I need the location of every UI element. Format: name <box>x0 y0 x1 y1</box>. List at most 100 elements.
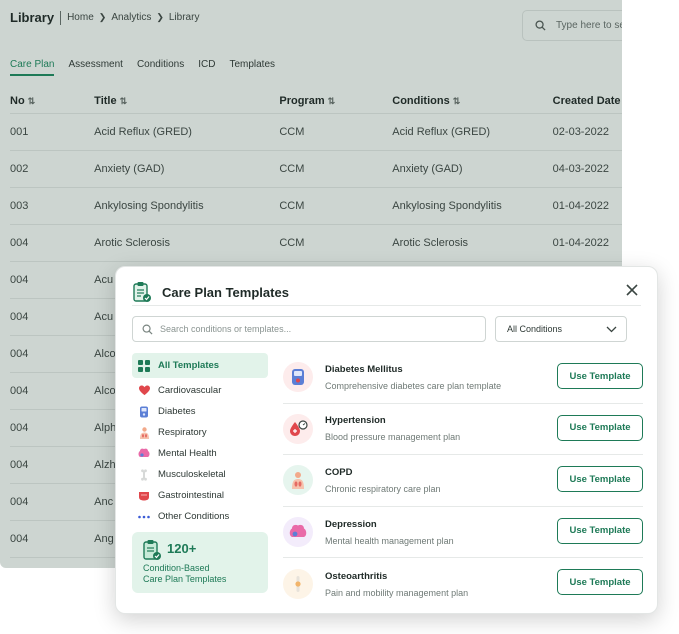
template-row-copd: COPD Chronic respiratory care plan Use T… <box>283 455 643 507</box>
template-description: Mental health management plan <box>325 535 454 546</box>
cell-no: 001 <box>10 126 29 138</box>
lungs-person-icon <box>292 472 304 490</box>
clipboard-icon <box>133 282 151 302</box>
tab-icd[interactable]: ICD <box>198 59 215 76</box>
cell-title: Ankylosing Spondylitis <box>94 200 204 212</box>
category-gastrointestinal[interactable]: Gastrointestinal <box>132 485 268 506</box>
cell-no: 004 <box>10 348 29 360</box>
cell-program: CCM <box>279 163 305 175</box>
cell-program: CCM <box>279 200 305 212</box>
category-respiratory[interactable]: Respiratory <box>132 422 268 443</box>
cell-created-date: 01-04-2022 <box>552 200 609 212</box>
table-row[interactable]: 001 Acid Reflux (GRED) CCM Acid Reflux (GRE… <box>10 114 622 151</box>
category-mental-health[interactable]: Mental Health <box>132 443 268 464</box>
cell-no: 003 <box>10 200 29 212</box>
use-template-button[interactable]: Use Template <box>557 517 643 544</box>
template-name: Osteoarthritis <box>325 570 388 582</box>
col-header-program[interactable]: Program ⇅ <box>279 95 392 107</box>
table-row[interactable]: 004 Arotic Sclerosis CCM Arotic Sclerosis 01… <box>10 225 622 262</box>
template-icon-badge <box>283 517 313 548</box>
col-header-no[interactable]: No ⇅ <box>10 95 94 107</box>
template-icon-badge <box>283 569 313 600</box>
cell-title: Anxiety (GAD) <box>94 163 165 175</box>
category-musculoskeletal[interactable]: Musculoskeletal <box>132 464 268 485</box>
category-diabetes[interactable]: Diabetes <box>132 401 268 422</box>
col-header-conditions[interactable]: Conditions ⇅ <box>392 95 552 107</box>
modal-header: Care Plan Templates <box>132 279 641 305</box>
cell-title: Arotic Sclerosis <box>94 237 170 249</box>
cell-no: 002 <box>10 163 29 175</box>
use-template-button[interactable]: Use Template <box>557 466 643 493</box>
sort-icon[interactable]: ⇅ <box>28 96 36 106</box>
tab-assessment[interactable]: Assessment <box>68 59 122 76</box>
conditions-filter-select[interactable]: All Conditions <box>495 316 627 342</box>
tab-care-plan[interactable]: Care Plan <box>10 59 55 76</box>
col-header-title[interactable]: Title ⇅ <box>94 95 279 107</box>
sort-icon[interactable]: ⇅ <box>328 96 336 106</box>
tab-templates[interactable]: Templates <box>229 59 275 76</box>
cell-created-date: 02-03-2022 <box>552 126 609 138</box>
blood-pressure-icon <box>290 420 308 436</box>
search-placeholder: Type here to se <box>556 20 622 31</box>
category-cardiovascular[interactable]: Cardiovascular <box>132 380 268 401</box>
category-label: Cardiovascular <box>158 385 222 396</box>
col-header-created-date[interactable]: Created Date <box>553 95 622 107</box>
category-other-conditions[interactable]: Other Conditions <box>132 506 268 527</box>
breadcrumb-home[interactable]: Home <box>67 12 94 23</box>
template-count: 120+ <box>167 541 197 556</box>
template-search-field[interactable] <box>132 316 486 342</box>
template-search-input[interactable] <box>160 324 460 334</box>
breadcrumb-library: Library <box>168 12 200 23</box>
bone-icon <box>141 468 147 481</box>
cell-no: 004 <box>10 385 29 397</box>
chevron-down-icon <box>606 326 617 332</box>
lungs-person-icon <box>139 426 149 439</box>
cell-created-date: 04-03-2022 <box>552 163 609 175</box>
template-icon-badge <box>283 465 313 496</box>
template-name: COPD <box>325 466 353 478</box>
category-label: Musculoskeletal <box>158 469 226 480</box>
sort-icon[interactable]: ⇅ <box>120 96 128 106</box>
use-template-button[interactable]: Use Template <box>557 363 643 389</box>
sort-icon[interactable]: ⇅ <box>453 96 461 106</box>
category-label: Gastrointestinal <box>158 490 225 501</box>
use-template-button[interactable]: Use Template <box>557 414 643 441</box>
category-label: Diabetes <box>158 406 196 417</box>
glucose-meter-icon <box>292 369 304 386</box>
breadcrumb-analytics[interactable]: Analytics <box>111 12 151 23</box>
table-row[interactable]: 002 Anxiety (GAD) CCM Anxiety (GAD) 04-03-20… <box>10 151 622 188</box>
table-header: No ⇅ Title ⇅ Program ⇅ Conditions ⇅ Created … <box>10 88 622 114</box>
template-count-card: 120+ Condition-Based Care Plan Templates <box>132 532 268 593</box>
tab-conditions[interactable]: Conditions <box>137 59 184 76</box>
cell-program: CCM <box>279 126 305 138</box>
more-dots-icon <box>138 515 150 518</box>
category-label: All Templates <box>158 360 220 371</box>
modal-divider <box>132 305 641 306</box>
cell-no: 004 <box>10 496 29 508</box>
template-name: Diabetes Mellitus <box>325 363 403 375</box>
page-search-input[interactable]: Type here to se <box>522 10 622 41</box>
brain-icon <box>289 524 307 538</box>
cell-no: 004 <box>10 237 29 249</box>
template-description: Comprehensive diabetes care plan templat… <box>325 380 502 391</box>
template-description: Pain and mobility management plan <box>325 587 469 598</box>
category-label: Other Conditions <box>158 511 230 522</box>
cell-conditions: Anxiety (GAD) <box>392 163 463 175</box>
template-description: Chronic respiratory care plan <box>325 483 441 494</box>
grid-icon <box>138 359 150 372</box>
close-icon[interactable] <box>623 281 641 299</box>
template-description: Blood pressure management plan <box>325 432 461 443</box>
cell-no: 004 <box>10 459 29 471</box>
category-all-templates[interactable]: All Templates <box>132 353 268 378</box>
cell-no: 004 <box>10 422 29 434</box>
breadcrumb: Home ❯ Analytics ❯ Library <box>67 12 199 23</box>
use-template-button[interactable]: Use Template <box>557 569 643 596</box>
cell-program: CCM <box>279 237 305 249</box>
care-plan-templates-modal: Care Plan Templates All Conditions All T… <box>115 266 658 614</box>
brain-icon <box>138 448 150 457</box>
tab-bar: Care Plan Assessment Conditions ICD Temp… <box>10 59 275 76</box>
page-title: Library <box>10 10 55 25</box>
filter-selected-value: All Conditions <box>507 324 563 334</box>
table-row[interactable]: 003 Ankylosing Spondylitis CCM Ankylosing S… <box>10 188 622 225</box>
template-count-caption: Condition-Based Care Plan Templates <box>143 563 227 584</box>
